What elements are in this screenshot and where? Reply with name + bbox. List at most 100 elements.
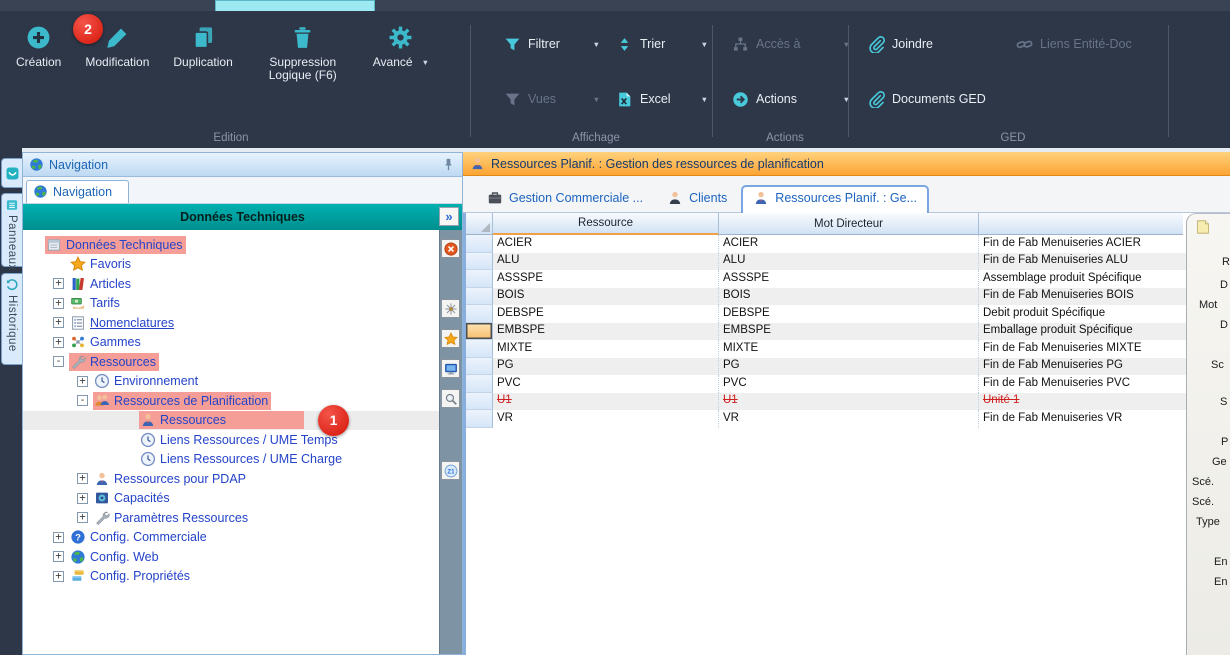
table-row-vr[interactable]: VRVRFin de Fab Menuiseries VR (466, 410, 1186, 428)
designation-cell[interactable]: Fin de Fab Menuiseries ACIER (979, 235, 1183, 253)
document-tab-clients[interactable]: Clients (657, 186, 737, 212)
tree-item-ressources[interactable]: -Ressources (23, 352, 439, 372)
acces-a-button[interactable]: Accès à▼ (732, 33, 850, 55)
row-selector[interactable] (466, 410, 493, 428)
tree-item-favoris[interactable]: Favoris (23, 255, 439, 275)
designation-cell[interactable]: Fin de Fab Menuiseries PG (979, 358, 1183, 376)
tree-item-parametres-ressources[interactable]: +Paramètres Ressources (23, 508, 439, 528)
tree-item-config-commerciale[interactable]: +Config. Commerciale (23, 528, 439, 548)
tree-item-liens-ressources-ume-temps[interactable]: Liens Ressources / UME Temps (23, 430, 439, 450)
ressource-cell[interactable]: ACIER (493, 235, 719, 253)
dropdown-arrow-icon[interactable]: ▼ (585, 95, 600, 104)
table-row-bois[interactable]: BOISBOISFin de Fab Menuiseries BOIS (466, 288, 1186, 306)
document-tab-ressources-planif-ge[interactable]: Ressources Planif. : Ge... (741, 185, 929, 213)
ressource-cell[interactable]: U1 (493, 393, 719, 411)
table-row-embspe[interactable]: EMBSPEEMBSPEEmballage produit Spécifique (466, 323, 1186, 341)
tree-item-ressources-de-planification[interactable]: -Ressources de Planification (23, 391, 439, 411)
tab-navigation[interactable]: Navigation (26, 180, 129, 203)
designation-cell[interactable]: Fin de Fab Menuiseries ALU (979, 253, 1183, 271)
table-row-alu[interactable]: ALUALUFin de Fab Menuiseries ALU (466, 253, 1186, 271)
mot-directeur-cell[interactable]: DEBSPE (719, 305, 979, 323)
plus-expander-icon[interactable]: + (77, 512, 88, 523)
search-button[interactable] (441, 389, 460, 408)
tree-item-environnement[interactable]: +Environnement (23, 372, 439, 392)
row-selector[interactable] (466, 270, 493, 288)
suppression-logique-f6-button[interactable]: Suppression Logique (F6) (245, 19, 361, 82)
documents-ged-button[interactable]: Documents GED (868, 88, 986, 110)
tree-item-nomenclatures[interactable]: +Nomenclatures (23, 313, 439, 333)
minus-expander-icon[interactable]: - (53, 356, 64, 367)
row-selector[interactable] (466, 305, 493, 323)
designation-cell[interactable]: Debit produit Spécifique (979, 305, 1183, 323)
row-selector[interactable] (466, 340, 493, 358)
select-all-header[interactable] (466, 213, 493, 235)
designation-cell[interactable]: Fin de Fab Menuiseries MIXTE (979, 340, 1183, 358)
designation-cell[interactable]: Fin de Fab Menuiseries BOIS (979, 288, 1183, 306)
table-row-acier[interactable]: ACIERACIERFin de Fab Menuiseries ACIER (466, 235, 1186, 253)
row-selector[interactable] (466, 393, 493, 411)
actions-button[interactable]: Actions▼ (732, 88, 850, 110)
plus-expander-icon[interactable]: + (53, 551, 64, 562)
column-header-mot-directeur[interactable]: Mot Directeur (719, 213, 979, 235)
tree-item-donnees-techniques[interactable]: Données Techniques (23, 235, 439, 255)
mot-directeur-cell[interactable]: ALU (719, 253, 979, 271)
collapse-panel-button[interactable]: » (439, 207, 459, 226)
tree-item-capacites[interactable]: +Capacités (23, 489, 439, 509)
tree-item-tarifs[interactable]: +Tarifs (23, 294, 439, 314)
ressource-cell[interactable]: BOIS (493, 288, 719, 306)
mot-directeur-cell[interactable]: ASSSPE (719, 270, 979, 288)
designation-cell[interactable]: Fin de Fab Menuiseries VR (979, 410, 1183, 428)
tree-item-config-proprietes[interactable]: +Config. Propriétés (23, 567, 439, 587)
row-selector[interactable] (466, 288, 493, 306)
row-selector[interactable] (466, 253, 493, 271)
duplication-button[interactable]: Duplication (161, 19, 244, 69)
designation-cell[interactable]: Emballage produit Spécifique (979, 323, 1183, 341)
designation-cell[interactable]: Unité 1 (979, 393, 1183, 411)
tree-item-articles[interactable]: +Articles (23, 274, 439, 294)
excel-button[interactable]: Excel▼ (616, 88, 708, 110)
collapsed-panel-tab[interactable] (1, 158, 22, 188)
plus-expander-icon[interactable]: + (77, 473, 88, 484)
avance-button[interactable]: Avancé▼ (361, 19, 441, 69)
plus-expander-icon[interactable]: + (77, 493, 88, 504)
tree-item-liens-ressources-ume-charge[interactable]: Liens Ressources / UME Charge (23, 450, 439, 470)
row-selector[interactable] (466, 235, 493, 253)
plus-expander-icon[interactable]: + (77, 376, 88, 387)
tree-item-ressources[interactable]: Ressources1 (23, 411, 439, 431)
liens-entite-doc-button[interactable]: Liens Entité-Doc (1016, 33, 1132, 55)
ressource-cell[interactable]: MIXTE (493, 340, 719, 358)
column-header-designation[interactable] (979, 213, 1183, 235)
table-row-pvc[interactable]: PVCPVCFin de Fab Menuiseries PVC (466, 375, 1186, 393)
side-tab-historique[interactable]: Historique (1, 273, 22, 365)
creation-button[interactable]: Création (4, 19, 73, 69)
plus-expander-icon[interactable]: + (53, 298, 64, 309)
workstation-button[interactable] (441, 359, 460, 378)
ribbon-active-tab-indicator[interactable] (215, 0, 375, 11)
trier-button[interactable]: Trier▼ (616, 33, 708, 55)
ressource-cell[interactable]: DEBSPE (493, 305, 719, 323)
tree-item-config-web[interactable]: +Config. Web (23, 547, 439, 567)
mot-directeur-cell[interactable]: ACIER (719, 235, 979, 253)
plus-expander-icon[interactable]: + (53, 278, 64, 289)
tree-item-ressources-pour-pdap[interactable]: +Ressources pour PDAP (23, 469, 439, 489)
row-selector[interactable] (466, 323, 493, 341)
column-header-ressource[interactable]: Ressource (493, 213, 719, 235)
ressource-cell[interactable]: EMBSPE (493, 323, 719, 341)
pin-icon[interactable] (441, 157, 456, 172)
joindre-button[interactable]: Joindre (868, 33, 933, 55)
dropdown-arrow-icon[interactable]: ▼ (585, 40, 600, 49)
tree-item-gammes[interactable]: +Gammes (23, 333, 439, 353)
document-tab-gestion-commerciale[interactable]: Gestion Commerciale ... (477, 186, 653, 212)
close-panel-button[interactable] (441, 239, 460, 258)
vues-button[interactable]: Vues▼ (504, 88, 600, 110)
plus-expander-icon[interactable]: + (53, 337, 64, 348)
dropdown-arrow-icon[interactable]: ▼ (422, 56, 429, 69)
minus-expander-icon[interactable]: - (77, 395, 88, 406)
table-row-debspe[interactable]: DEBSPEDEBSPEDebit produit Spécifique (466, 305, 1186, 323)
plus-expander-icon[interactable]: + (53, 317, 64, 328)
designation-cell[interactable]: Assemblage produit Spécifique (979, 270, 1183, 288)
table-row-mixte[interactable]: MIXTEMIXTEFin de Fab Menuiseries MIXTE (466, 340, 1186, 358)
ressource-cell[interactable]: PG (493, 358, 719, 376)
favorites-button[interactable] (441, 329, 460, 348)
ressource-cell[interactable]: VR (493, 410, 719, 428)
